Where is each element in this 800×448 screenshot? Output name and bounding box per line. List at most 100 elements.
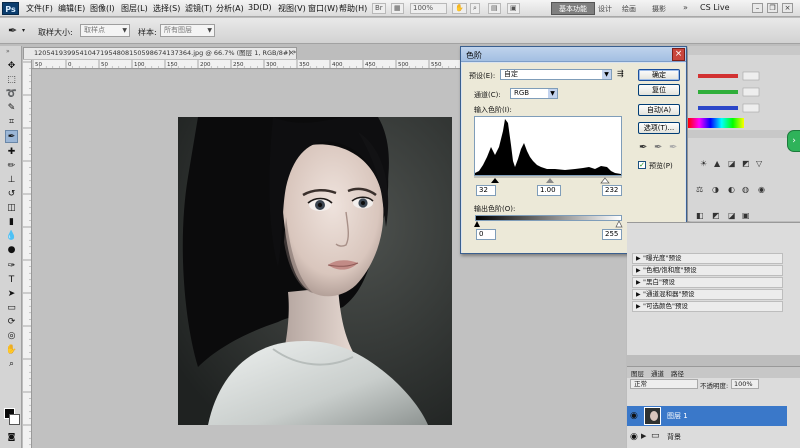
visibility-eye-icon[interactable]: ◉ bbox=[630, 432, 638, 442]
menu-filter[interactable]: 滤镜(T) bbox=[185, 3, 212, 14]
3d-rotate-tool-icon[interactable]: ⟳ bbox=[5, 316, 18, 329]
tab-channels[interactable]: 通道 bbox=[651, 368, 664, 378]
output-white-handle[interactable] bbox=[615, 221, 623, 228]
preset-exposure[interactable]: ▶ "曝光度"预设 bbox=[632, 253, 783, 264]
workspace-painting[interactable]: 绘画 bbox=[622, 4, 636, 14]
color-sliders[interactable]: ☀ ▲ ◪ ◩ ▽ ⚖ ◑ ◐ ◍ ◉ ◧ ◩ ◪ ▣ bbox=[688, 46, 800, 221]
visibility-eye-icon[interactable]: ◉ bbox=[630, 411, 638, 421]
output-levels-slider[interactable] bbox=[474, 221, 624, 228]
preset-black-white[interactable]: ▶ "黑白"预设 bbox=[632, 277, 783, 288]
quick-mask-icon[interactable]: ◙ bbox=[5, 430, 18, 443]
hand-tool-icon[interactable]: ✋ bbox=[452, 3, 467, 14]
move-tool-icon[interactable]: ✥ bbox=[5, 60, 18, 73]
layer-row-1[interactable]: ◉ 图层 1 bbox=[627, 406, 787, 426]
brush-tool-icon[interactable]: ✏ bbox=[5, 160, 18, 173]
history-brush-tool-icon[interactable]: ↺ bbox=[5, 188, 18, 201]
bridge-button[interactable]: Br bbox=[372, 3, 386, 14]
sample-size-select[interactable]: 取样点 ▼ bbox=[80, 24, 130, 37]
dialog-close-icon[interactable]: × bbox=[672, 48, 685, 61]
input-levels-slider[interactable] bbox=[474, 176, 624, 184]
close-document-icon[interactable]: × bbox=[288, 48, 295, 57]
preview-checkbox[interactable]: ✓ bbox=[638, 161, 646, 169]
input-white-field[interactable]: 232 bbox=[602, 185, 622, 196]
output-white-field[interactable]: 255 bbox=[602, 229, 622, 240]
healing-brush-tool-icon[interactable]: ✚ bbox=[5, 146, 18, 159]
tool-preset-chevron-icon[interactable]: ▾ bbox=[22, 27, 25, 34]
cs-live-button[interactable]: CS Live bbox=[700, 3, 730, 12]
path-selection-tool-icon[interactable]: ➤ bbox=[5, 288, 18, 301]
float-panel-tab[interactable]: › bbox=[787, 130, 800, 152]
menu-select[interactable]: 选择(S) bbox=[153, 3, 180, 14]
eyedropper-tool-icon[interactable]: ✒ bbox=[8, 24, 17, 37]
tab-paths[interactable]: 路径 bbox=[671, 368, 684, 378]
minibridge-button[interactable]: ▦ bbox=[391, 3, 404, 14]
gray-eyedropper-icon[interactable]: ✒ bbox=[654, 142, 662, 153]
options-button[interactable]: 选项(T)... bbox=[638, 122, 680, 134]
menu-view[interactable]: 视图(V) bbox=[278, 3, 306, 14]
hand-tool-icon[interactable]: ✋ bbox=[5, 344, 18, 357]
marquee-tool-icon[interactable]: ⬚ bbox=[5, 74, 18, 87]
menu-file[interactable]: 文件(F) bbox=[26, 3, 53, 14]
blend-mode-select[interactable]: 正常 bbox=[630, 379, 698, 389]
dialog-titlebar[interactable]: 色阶 × bbox=[461, 47, 686, 62]
black-eyedropper-icon[interactable]: ✒ bbox=[639, 142, 647, 153]
crop-tool-icon[interactable]: ⌗ bbox=[5, 116, 18, 129]
document-tab[interactable]: 1205419399541047195480815059867413736​4.… bbox=[23, 47, 297, 59]
menu-image[interactable]: 图像(I) bbox=[90, 3, 115, 14]
preset-hue-saturation[interactable]: ▶ "色相/饱和度"预设 bbox=[632, 265, 783, 276]
preset-options-icon[interactable]: ⇶ bbox=[617, 69, 624, 78]
eyedropper-tool-icon[interactable]: ✒ bbox=[5, 130, 18, 143]
sample-select[interactable]: 所有图层 ▼ bbox=[160, 24, 215, 37]
quick-select-tool-icon[interactable]: ✎ bbox=[5, 102, 18, 115]
background-color-swatch[interactable] bbox=[9, 414, 20, 425]
white-eyedropper-icon[interactable]: ✒ bbox=[669, 142, 677, 153]
menu-3d[interactable]: 3D(D) bbox=[248, 3, 272, 12]
ok-button[interactable]: 确定 bbox=[638, 69, 680, 81]
menu-edit[interactable]: 编辑(E) bbox=[58, 3, 85, 14]
preset-selective-color[interactable]: ▶ "可选颜色"预设 bbox=[632, 301, 783, 312]
layer-row-background[interactable]: ◉ ▶ ▭ 背景 bbox=[627, 427, 787, 447]
tab-layers[interactable]: 图层 bbox=[631, 368, 644, 378]
pen-tool-icon[interactable]: ✑ bbox=[5, 260, 18, 273]
close-icon[interactable]: × bbox=[782, 3, 793, 13]
menu-help[interactable]: 帮助(H) bbox=[339, 3, 367, 14]
gradient-tool-icon[interactable]: ▮ bbox=[5, 216, 18, 229]
menu-layer[interactable]: 图层(L) bbox=[121, 3, 148, 14]
reset-button[interactable]: 复位 bbox=[638, 84, 680, 96]
screen-mode-icon[interactable]: ▣ bbox=[507, 3, 520, 14]
zoom-tool-icon[interactable]: ⌕ bbox=[5, 358, 18, 371]
input-white-handle[interactable] bbox=[600, 177, 610, 184]
menu-analysis[interactable]: 分析(A) bbox=[216, 3, 244, 14]
portrait-photo[interactable] bbox=[178, 117, 452, 425]
workspace-photography[interactable]: 摄影 bbox=[652, 4, 666, 14]
workspace-essentials-button[interactable]: 基本功能 bbox=[551, 2, 595, 15]
auto-button[interactable]: 自动(A) bbox=[638, 104, 680, 116]
input-gamma-handle[interactable] bbox=[546, 178, 554, 183]
eraser-tool-icon[interactable]: ◫ bbox=[5, 202, 18, 215]
arrange-documents-icon[interactable]: ▤ bbox=[488, 3, 501, 14]
restore-icon[interactable]: ❐ bbox=[767, 3, 778, 13]
input-black-handle[interactable] bbox=[491, 178, 499, 183]
lasso-tool-icon[interactable]: ➰ bbox=[5, 88, 18, 101]
output-black-handle[interactable] bbox=[474, 221, 480, 227]
channel-select[interactable]: RGB ▼ bbox=[510, 88, 558, 99]
opacity-field[interactable]: 100% bbox=[731, 379, 759, 389]
3d-orbit-tool-icon[interactable]: ◎ bbox=[5, 330, 18, 343]
workspace-design[interactable]: 设计 bbox=[598, 4, 612, 14]
input-black-field[interactable]: 32 bbox=[476, 185, 496, 196]
expand-triangle-icon[interactable]: ▶ bbox=[641, 432, 646, 440]
shape-tool-icon[interactable]: ▭ bbox=[5, 302, 18, 315]
zoom-level-select[interactable]: 100% bbox=[410, 3, 447, 14]
zoom-tool-icon[interactable]: ⌕ bbox=[470, 3, 480, 14]
clone-stamp-tool-icon[interactable]: ⊥ bbox=[5, 174, 18, 187]
blur-tool-icon[interactable]: 💧 bbox=[5, 230, 18, 243]
minimize-icon[interactable]: – bbox=[752, 3, 763, 13]
preset-select[interactable]: 自定 ▼ bbox=[500, 69, 612, 80]
preset-channel-mixer[interactable]: ▶ "通道混和器"预设 bbox=[632, 289, 783, 300]
type-tool-icon[interactable]: T bbox=[5, 274, 18, 287]
output-black-field[interactable]: 0 bbox=[476, 229, 496, 240]
toolbox-collapse-icon[interactable]: » bbox=[6, 48, 10, 55]
dodge-tool-icon[interactable]: ● bbox=[5, 244, 18, 257]
workspace-more-icon[interactable]: » bbox=[683, 3, 688, 12]
menu-window[interactable]: 窗口(W) bbox=[308, 3, 338, 14]
